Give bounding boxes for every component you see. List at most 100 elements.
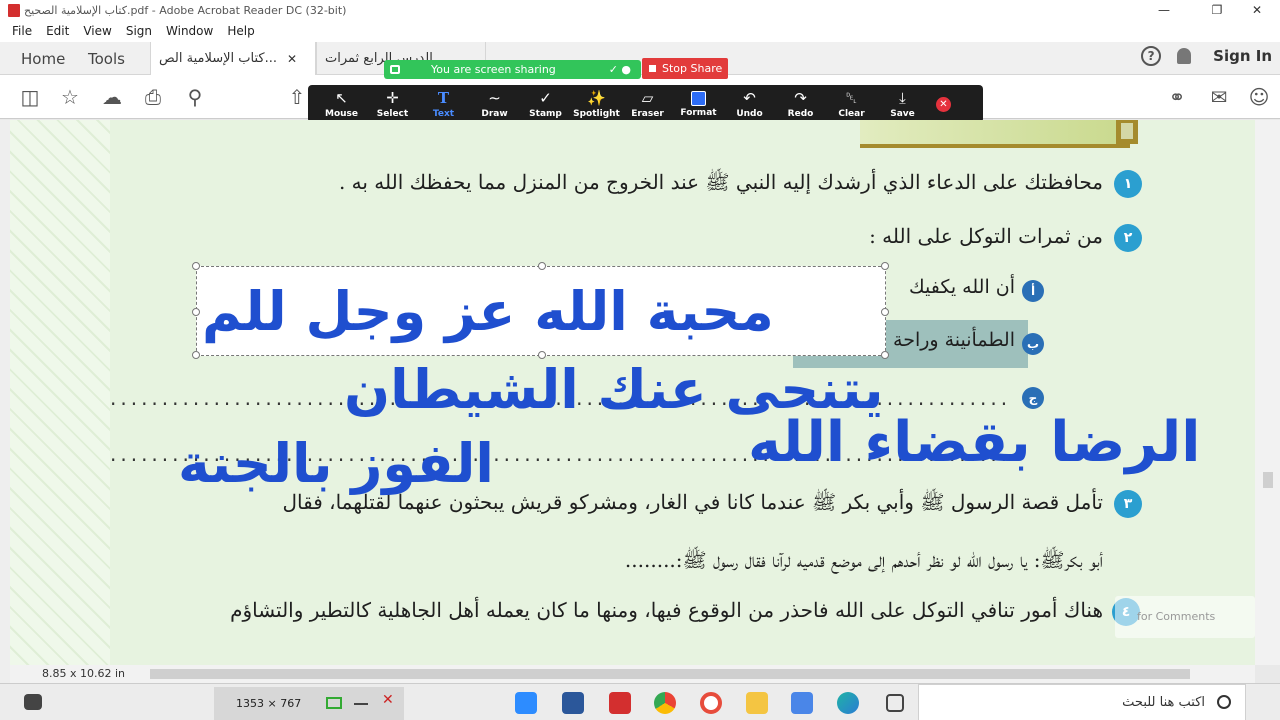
- minimize-button[interactable]: —: [1141, 0, 1187, 20]
- recording-thumbnail[interactable]: 1353 × 767 ✕: [214, 687, 404, 720]
- menu-view[interactable]: View: [83, 24, 111, 38]
- undo-tool[interactable]: ↶ Undo: [724, 89, 775, 119]
- tab-tools[interactable]: Tools: [88, 50, 125, 68]
- horizontal-scroll-thumb[interactable]: [150, 669, 1190, 679]
- resize-handle[interactable]: [881, 308, 889, 316]
- stop-square-icon: [649, 65, 656, 72]
- acrobat-app-icon[interactable]: [609, 692, 631, 714]
- photos-app-icon[interactable]: [791, 692, 813, 714]
- share-link-icon[interactable]: ⚭: [1165, 85, 1189, 109]
- search-icon: [1217, 695, 1231, 709]
- draw-tool[interactable]: ∼ Draw: [469, 89, 520, 119]
- record-app-icon[interactable]: [700, 692, 722, 714]
- maximize-thumb-icon[interactable]: [326, 697, 342, 709]
- close-window-button[interactable]: ✕: [1234, 0, 1280, 20]
- eraser-tool[interactable]: ▱ Eraser: [622, 89, 673, 119]
- sub-item-b-label: ب: [1022, 333, 1044, 355]
- page-up-icon[interactable]: ⇧: [285, 85, 309, 109]
- chrome-app-icon[interactable]: [654, 692, 676, 714]
- select-tool[interactable]: ✛ Select: [367, 89, 418, 119]
- taskbar-search-input[interactable]: اكتب هنا للبحث: [918, 684, 1246, 720]
- comment-hint[interactable]: for Comments: [1115, 596, 1255, 638]
- resolution-readout: 1353 × 767: [236, 697, 302, 710]
- task-view-icon[interactable]: [886, 694, 904, 712]
- eraser-tool-label: Eraser: [631, 109, 664, 119]
- clear-tool[interactable]: ␡ Clear: [826, 89, 877, 119]
- resize-handle[interactable]: [192, 308, 200, 316]
- horizontal-scrollbar[interactable]: [128, 665, 1255, 683]
- redo-icon: ↷: [794, 89, 807, 107]
- document-page: ١ محافظتك على الدعاء الذي أرشدك إليه الن…: [10, 120, 1255, 665]
- left-panel-toggle[interactable]: [0, 120, 10, 683]
- menu-edit[interactable]: Edit: [46, 24, 69, 38]
- stop-share-label: Stop Share: [662, 62, 723, 75]
- annotation-text-3: الرضا بقضاء الله: [748, 410, 1201, 475]
- format-color-swatch-icon: [691, 91, 706, 106]
- notification-bell-icon[interactable]: [1177, 48, 1192, 64]
- clear-tool-label: Clear: [838, 109, 865, 119]
- resize-handle[interactable]: [538, 262, 546, 270]
- resize-handle[interactable]: [192, 262, 200, 270]
- stamp-tool[interactable]: ✓ Stamp: [520, 89, 571, 119]
- menu-help[interactable]: Help: [227, 24, 254, 38]
- mouse-tool[interactable]: ↖ Mouse: [316, 89, 367, 119]
- menu-window[interactable]: Window: [166, 24, 213, 38]
- undo-tool-label: Undo: [736, 109, 763, 119]
- document-line-4: أبو بكرﷺ: يا رسول الله لو نظر أحدهم إلى …: [624, 548, 1103, 572]
- sub-item-c-label: ج: [1022, 387, 1044, 409]
- notification-icon[interactable]: [24, 694, 42, 710]
- text-icon: T: [437, 89, 450, 107]
- close-thumb-icon[interactable]: ✕: [382, 692, 394, 708]
- minimize-thumb-icon[interactable]: [354, 703, 368, 705]
- stop-share-button[interactable]: Stop Share: [642, 58, 728, 79]
- tab-home[interactable]: Home: [21, 50, 65, 68]
- text-tool[interactable]: T Text: [418, 89, 469, 119]
- close-tab-icon[interactable]: ✕: [287, 52, 297, 66]
- header-right-tools: ? Sign In: [1141, 46, 1272, 66]
- draw-tool-label: Draw: [481, 109, 508, 119]
- windows-taskbar: 1353 × 767 ✕ اكتب هنا للبحث: [0, 683, 1280, 720]
- redo-tool-label: Redo: [787, 109, 814, 119]
- window-title: كتاب الإسلامية الصحيح.pdf - Adobe Acroba…: [24, 3, 347, 17]
- spotlight-tool[interactable]: ✨ Spotlight: [571, 89, 622, 119]
- menu-file[interactable]: File: [12, 24, 32, 38]
- document-line-5: هناك أمور تنافي التوكل على الله فاحذر من…: [230, 598, 1103, 622]
- menu-bar: File Edit View Sign Window Help: [0, 20, 1280, 42]
- bookmark-star-icon[interactable]: ☆: [58, 85, 82, 109]
- frame-corner: [1116, 120, 1138, 144]
- document-line-2: من ثمرات التوكل على الله :: [869, 224, 1103, 248]
- format-tool-label: Format: [680, 108, 717, 118]
- save-tool-label: Save: [890, 109, 915, 119]
- save-tool[interactable]: ⤓ Save: [877, 89, 928, 119]
- email-icon[interactable]: ✉: [1207, 85, 1231, 109]
- screen-share-icon: [390, 65, 400, 74]
- zoom-app-icon[interactable]: [515, 692, 537, 714]
- screen-sharing-banner[interactable]: You are screen sharing ✓ ●: [384, 60, 641, 79]
- close-annotation-icon[interactable]: ✕: [936, 96, 951, 112]
- word-app-icon[interactable]: [562, 692, 584, 714]
- find-search-icon[interactable]: ⚲: [183, 85, 207, 109]
- spotlight-wand-icon: ✨: [587, 89, 606, 107]
- document-line-1: محافظتك على الدعاء الذي أرشدك إليه النبي…: [338, 170, 1103, 194]
- sign-in-button[interactable]: Sign In: [1213, 47, 1272, 65]
- annotation-text-4: الفوز بالجنة: [178, 432, 494, 495]
- trash-icon: ␡: [845, 89, 858, 107]
- mouse-tool-label: Mouse: [324, 109, 358, 119]
- add-user-icon[interactable]: ☺: [1247, 85, 1271, 109]
- redo-tool[interactable]: ↷ Redo: [775, 89, 826, 119]
- resize-handle[interactable]: [192, 351, 200, 359]
- format-tool[interactable]: Format: [673, 90, 724, 118]
- tab-document-1[interactable]: كتاب الإسلامية الص... ✕: [150, 42, 316, 75]
- save-file-icon[interactable]: ◫: [18, 85, 42, 109]
- file-explorer-icon[interactable]: [746, 692, 768, 714]
- vertical-scroll-thumb[interactable]: [1263, 472, 1273, 488]
- menu-sign[interactable]: Sign: [126, 24, 152, 38]
- vertical-scrollbar[interactable]: [1255, 120, 1280, 665]
- resize-handle[interactable]: [881, 262, 889, 270]
- screen-sharing-text: You are screen sharing: [431, 63, 556, 76]
- upload-cloud-icon[interactable]: ☁: [100, 85, 124, 109]
- print-icon[interactable]: ⎙: [141, 85, 165, 109]
- text-tool-label: Text: [432, 109, 455, 119]
- edge-app-icon[interactable]: [837, 692, 859, 714]
- help-icon[interactable]: ?: [1141, 46, 1162, 66]
